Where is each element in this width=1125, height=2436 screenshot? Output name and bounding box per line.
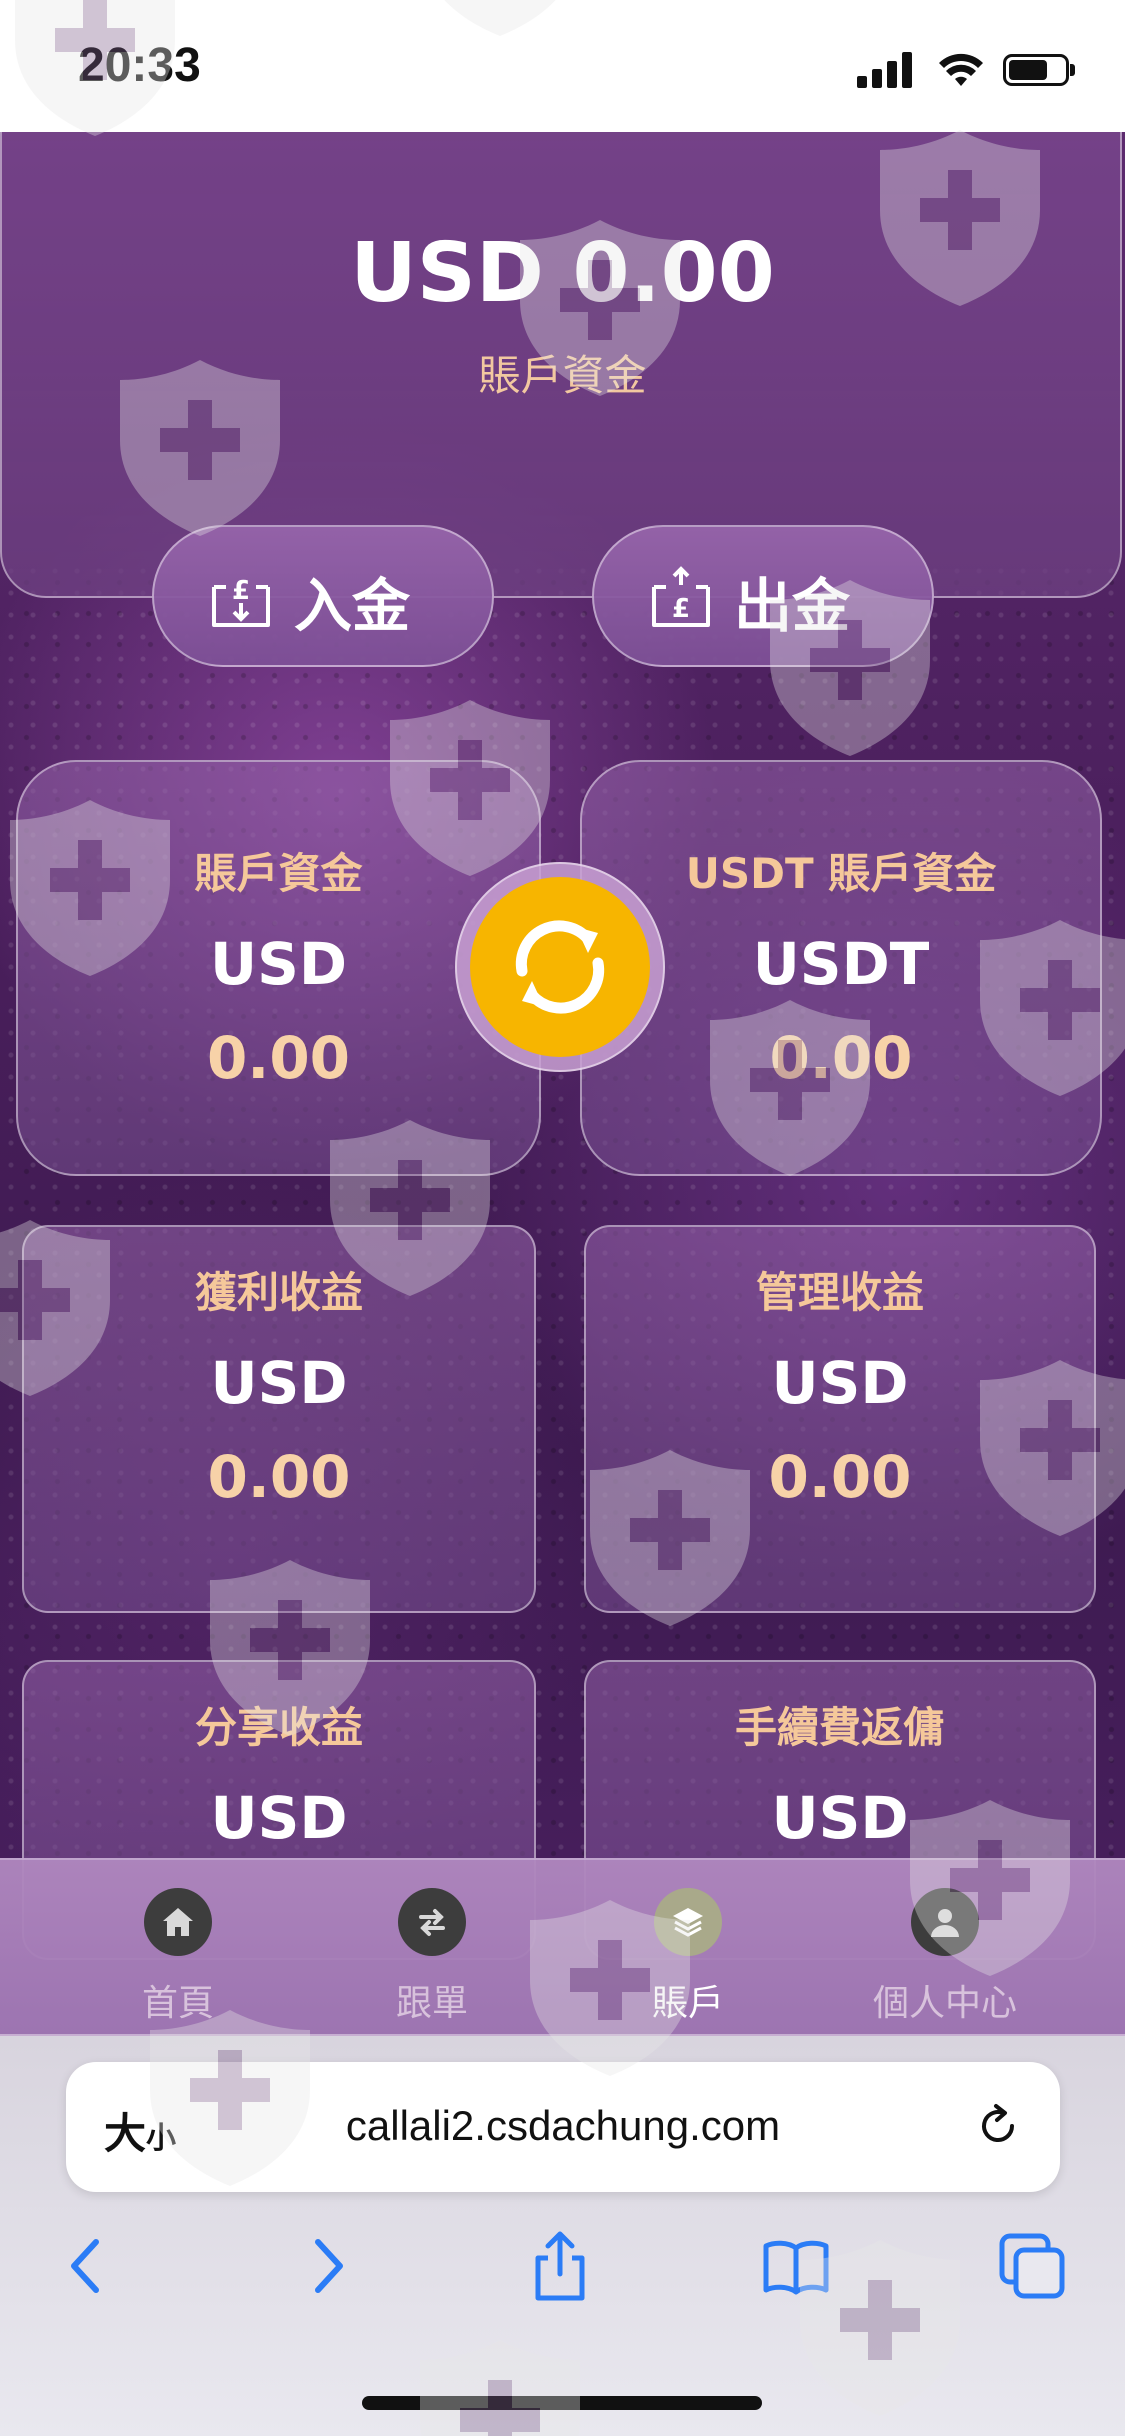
svg-text:£: £ [672, 594, 690, 624]
balance-label: 賬戶資金 [478, 351, 647, 400]
back-icon[interactable] [52, 2230, 124, 2302]
tab-label: 個人中心 [872, 1983, 1017, 2024]
profit-earnings-card[interactable]: 獲利收益 USD 0.00 [22, 1225, 536, 1613]
wifi-icon [939, 53, 983, 86]
card-currency: USD [210, 1784, 348, 1852]
url-text: callali2.csdachung.com [345, 2102, 781, 2149]
address-bar[interactable]: 大小 callali2.csdachung.com [66, 2062, 1060, 2192]
share-icon[interactable] [524, 2230, 596, 2302]
withdraw-label: 出金 [734, 572, 851, 640]
card-currency: USD [771, 1784, 909, 1852]
tab-label: 首頁 [141, 1983, 214, 2024]
battery-icon [1003, 54, 1069, 86]
bottom-tab-bar: 首頁 跟單 賬戶 個人中心 [0, 1858, 1125, 2036]
withdraw-button[interactable]: £ 出金 [592, 525, 934, 667]
tabs-icon[interactable] [996, 2230, 1068, 2302]
card-title: 手續費返傭 [734, 1703, 945, 1752]
tab-label: 賬戶 [651, 1983, 724, 2024]
tab-profile[interactable]: 個人中心 [845, 1888, 1045, 2028]
tab-home[interactable]: 首頁 [78, 1888, 278, 2028]
card-value: 0.00 [769, 1024, 913, 1092]
deposit-button[interactable]: £ 入金 [152, 525, 494, 667]
card-currency: USD [210, 1349, 348, 1417]
card-currency: USD [771, 1349, 909, 1417]
deposit-icon: £ [212, 576, 270, 627]
card-title: USDT 賬戶資金 [685, 849, 997, 898]
bookmarks-icon[interactable] [760, 2230, 832, 2302]
user-icon [911, 1888, 979, 1956]
card-title: 獲利收益 [194, 1268, 363, 1317]
home-indicator [362, 2396, 762, 2410]
home-icon [144, 1888, 212, 1956]
withdraw-icon: £ [652, 566, 710, 627]
forward-icon[interactable] [290, 2230, 362, 2302]
card-title: 分享收益 [194, 1703, 363, 1752]
card-title: 賬戶資金 [194, 849, 363, 898]
tab-copy-trade[interactable]: 跟單 [332, 1888, 532, 2028]
svg-text:£: £ [232, 576, 250, 606]
card-title: 管理收益 [755, 1268, 924, 1317]
swap-icon [398, 1888, 466, 1956]
card-value: 0.00 [206, 1024, 351, 1092]
status-icons [857, 50, 1077, 90]
currency-swap-button[interactable] [470, 877, 650, 1057]
tab-label: 跟單 [395, 1983, 468, 2024]
card-value: 0.00 [768, 1443, 912, 1511]
tab-account[interactable]: 賬戶 [588, 1888, 788, 2028]
status-time: 20:33 [78, 39, 201, 92]
cellular-signal-icon [857, 50, 917, 88]
management-earnings-card[interactable]: 管理收益 USD 0.00 [584, 1225, 1096, 1613]
layers-icon [654, 1888, 722, 1956]
status-bar: 20:33 [0, 0, 1125, 132]
deposit-label: 入金 [294, 572, 411, 640]
reload-icon[interactable] [972, 2100, 1024, 2152]
card-value: 0.00 [207, 1443, 351, 1511]
refresh-swap-icon [515, 920, 605, 1014]
balance-amount: USD 0.00 [350, 226, 775, 321]
